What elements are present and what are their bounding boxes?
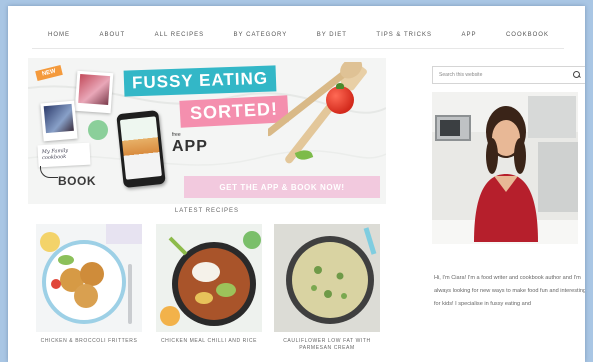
latest-recipes-title: LATEST RECIPES: [174, 208, 240, 214]
nav-divider: [32, 48, 564, 49]
recipe-card[interactable]: CHICKEN & BROCCOLI FRITTERS: [36, 224, 142, 345]
nav-tips-tricks[interactable]: TIPS & TRICKS: [376, 32, 432, 38]
author-bio: Hi, I'm Ciara! I'm a food writer and coo…: [434, 275, 585, 307]
nav-app[interactable]: APP: [461, 32, 476, 38]
app-screen: [119, 116, 162, 180]
book-label: BOOK: [58, 174, 96, 188]
app-label: APP: [172, 138, 208, 155]
search-icon[interactable]: [573, 71, 581, 79]
recipe-image[interactable]: [274, 224, 380, 332]
fritters-plate-image: [36, 224, 142, 332]
hero-banner[interactable]: NEW My Family cookbook BOOK FUSSY EATING…: [28, 58, 386, 204]
photo-polaroid: [40, 100, 78, 142]
browser-page: HOME ABOUT ALL RECIPES BY CATEGORY BY DI…: [8, 6, 585, 362]
chilli-bowl-image: [156, 224, 262, 332]
main-nav: HOME ABOUT ALL RECIPES BY CATEGORY BY DI…: [8, 28, 585, 42]
decor-circle: [88, 120, 108, 140]
phone-mockup: [116, 110, 166, 188]
latest-recipes-list: CHICKEN & BROCCOLI FRITTERS CHICKEN MEAL…: [36, 224, 384, 362]
wooden-cutlery-icon: [268, 62, 367, 164]
get-app-book-button[interactable]: GET THE APP & BOOK NOW!: [184, 176, 380, 198]
photo-polaroid: [74, 70, 114, 114]
recipe-card[interactable]: CHICKEN MEAL CHILLI AND RICE: [156, 224, 262, 345]
recipe-image[interactable]: [36, 224, 142, 332]
author-portrait-image: [432, 92, 578, 244]
recipe-title[interactable]: CHICKEN & BROCCOLI FRITTERS: [36, 338, 142, 345]
recipe-title[interactable]: CHICKEN MEAL CHILLI AND RICE: [156, 338, 262, 345]
recipe-card[interactable]: CAULIFLOWER LOW FAT WITH PARMESAN CREAM: [274, 224, 380, 352]
search-box[interactable]: [432, 66, 585, 84]
nav-all-recipes[interactable]: ALL RECIPES: [155, 32, 204, 38]
cookbook-note: My Family cookbook: [37, 142, 91, 168]
headline-fussy-eating: FUSSY EATING: [123, 65, 277, 97]
tomato-icon: [326, 83, 354, 114]
nav-home[interactable]: HOME: [48, 32, 70, 38]
recipe-title[interactable]: CAULIFLOWER LOW FAT WITH PARMESAN CREAM: [274, 338, 380, 352]
nav-by-diet[interactable]: BY DIET: [317, 32, 347, 38]
search-input[interactable]: [439, 72, 573, 78]
recipe-image[interactable]: [156, 224, 262, 332]
cauliflower-pasta-image: [274, 224, 380, 332]
nav-about[interactable]: ABOUT: [99, 32, 125, 38]
nav-cookbook[interactable]: COOKBOOK: [506, 32, 549, 38]
nav-by-category[interactable]: BY CATEGORY: [234, 32, 288, 38]
author-photo: [432, 92, 578, 244]
